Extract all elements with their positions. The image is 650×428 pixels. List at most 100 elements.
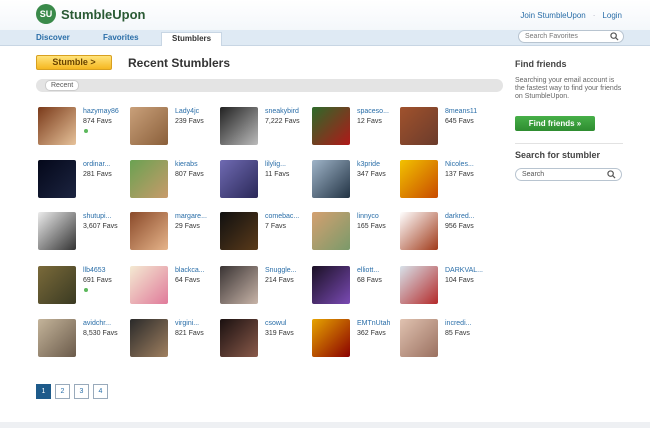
user-name-link[interactable]: avidchr...: [83, 320, 111, 327]
filter-recent[interactable]: Recent: [45, 80, 80, 91]
user-name-link[interactable]: margare...: [175, 213, 207, 220]
user-card[interactable]: csowul 319 Favs: [220, 319, 310, 359]
user-name-link[interactable]: virgini...: [175, 320, 199, 327]
user-name-link[interactable]: llb4653: [83, 267, 106, 274]
page-3[interactable]: 3: [74, 384, 89, 399]
user-favs-count: 347 Favs: [357, 171, 386, 178]
user-name-link[interactable]: linnyco: [357, 213, 379, 220]
user-name-link[interactable]: ordinar...: [83, 161, 110, 168]
user-card[interactable]: Lady4jc 239 Favs: [130, 107, 220, 147]
avatar[interactable]: [220, 212, 258, 250]
user-name-link[interactable]: blackca...: [175, 267, 205, 274]
avatar[interactable]: [38, 160, 76, 198]
avatar[interactable]: [130, 107, 168, 145]
user-name-link[interactable]: k3pride: [357, 161, 380, 168]
user-name-link[interactable]: comebac...: [265, 213, 299, 220]
user-name-link[interactable]: incredi...: [445, 320, 471, 327]
user-card[interactable]: sneakybird 7,222 Favs: [220, 107, 310, 147]
avatar[interactable]: [220, 160, 258, 198]
avatar[interactable]: [400, 319, 438, 357]
user-card[interactable]: darkred... 956 Favs: [400, 212, 490, 252]
avatar[interactable]: [400, 160, 438, 198]
user-name-link[interactable]: hazymay86: [83, 108, 119, 115]
tab-discover[interactable]: Discover: [36, 32, 70, 46]
stumble-button[interactable]: Stumble >: [36, 55, 112, 70]
find-friends-button[interactable]: Find friends »: [515, 116, 595, 131]
user-name-link[interactable]: EMTnUtah: [357, 320, 390, 327]
avatar[interactable]: [220, 319, 258, 357]
user-card[interactable]: linnyco 165 Favs: [312, 212, 402, 252]
user-name-link[interactable]: Nicoles...: [445, 161, 474, 168]
user-card[interactable]: Snuggle... 214 Favs: [220, 266, 310, 306]
user-card[interactable]: llb4653 691 Favs: [38, 266, 128, 306]
user-card[interactable]: Nicoles... 137 Favs: [400, 160, 490, 200]
page-1[interactable]: 1: [36, 384, 51, 399]
avatar[interactable]: [400, 107, 438, 145]
user-name-link[interactable]: csowul: [265, 320, 286, 327]
stumbleupon-logo-icon: SU: [36, 4, 56, 24]
user-name-link[interactable]: Snuggle...: [265, 267, 297, 274]
user-name-link[interactable]: shutupi...: [83, 213, 111, 220]
user-name-link[interactable]: kierabs: [175, 161, 198, 168]
user-name-link[interactable]: sneakybird: [265, 108, 299, 115]
search-favorites-input[interactable]: Search Favorites: [518, 30, 624, 43]
user-card[interactable]: 8means11 645 Favs: [400, 107, 490, 147]
user-card[interactable]: elliott... 68 Favs: [312, 266, 402, 306]
avatar[interactable]: [130, 212, 168, 250]
user-name-link[interactable]: spaceso...: [357, 108, 389, 115]
user-card[interactable]: comebac... 7 Favs: [220, 212, 310, 252]
search-icon[interactable]: [610, 32, 619, 45]
user-card[interactable]: k3pride 347 Favs: [312, 160, 402, 200]
user-card[interactable]: EMTnUtah 362 Favs: [312, 319, 402, 359]
user-card[interactable]: avidchr... 8,530 Favs: [38, 319, 128, 359]
user-name-link[interactable]: elliott...: [357, 267, 379, 274]
user-favs-count: 11 Favs: [265, 171, 290, 178]
avatar[interactable]: [130, 319, 168, 357]
user-card[interactable]: incredi... 85 Favs: [400, 319, 490, 359]
avatar[interactable]: [130, 160, 168, 198]
search-icon[interactable]: [607, 170, 616, 183]
tab-favorites[interactable]: Favorites: [103, 32, 139, 46]
avatar[interactable]: [400, 212, 438, 250]
tab-stumblers[interactable]: Stumblers: [161, 32, 223, 46]
avatar[interactable]: [312, 160, 350, 198]
user-name-link[interactable]: Lady4jc: [175, 108, 199, 115]
avatar[interactable]: [38, 107, 76, 145]
avatar[interactable]: [400, 266, 438, 304]
join-link[interactable]: Join StumbleUpon: [520, 11, 585, 20]
avatar[interactable]: [312, 319, 350, 357]
avatar[interactable]: [312, 212, 350, 250]
avatar[interactable]: [220, 107, 258, 145]
user-card[interactable]: ordinar... 281 Favs: [38, 160, 128, 200]
footer: [0, 422, 650, 428]
user-favs-count: 691 Favs: [83, 277, 112, 284]
avatar[interactable]: [130, 266, 168, 304]
user-name-link[interactable]: lilylig...: [265, 161, 286, 168]
user-card[interactable]: lilylig... 11 Favs: [220, 160, 310, 200]
user-favs-count: 645 Favs: [445, 118, 474, 125]
find-friends-heading: Find friends: [515, 59, 567, 69]
user-card[interactable]: virgini... 821 Favs: [130, 319, 220, 359]
logo[interactable]: SU StumbleUpon: [36, 4, 146, 24]
page-4[interactable]: 4: [93, 384, 108, 399]
user-card[interactable]: margare... 29 Favs: [130, 212, 220, 252]
avatar[interactable]: [220, 266, 258, 304]
page-2[interactable]: 2: [55, 384, 70, 399]
user-name-link[interactable]: 8means11: [445, 108, 477, 115]
avatar[interactable]: [312, 266, 350, 304]
user-card[interactable]: kierabs 807 Favs: [130, 160, 220, 200]
user-card[interactable]: shutupi... 3,607 Favs: [38, 212, 128, 252]
user-favs-count: 874 Favs: [83, 118, 112, 125]
avatar[interactable]: [312, 107, 350, 145]
user-name-link[interactable]: DARKVAL...: [445, 267, 483, 274]
user-name-link[interactable]: darkred...: [445, 213, 475, 220]
user-card[interactable]: blackca... 64 Favs: [130, 266, 220, 306]
avatar[interactable]: [38, 212, 76, 250]
login-link[interactable]: Login: [602, 11, 622, 20]
user-card[interactable]: spaceso... 12 Favs: [312, 107, 402, 147]
avatar[interactable]: [38, 266, 76, 304]
search-stumbler-input[interactable]: Search: [515, 168, 622, 181]
user-card[interactable]: hazymay86 874 Favs: [38, 107, 128, 147]
avatar[interactable]: [38, 319, 76, 357]
user-card[interactable]: DARKVAL... 104 Favs: [400, 266, 490, 306]
